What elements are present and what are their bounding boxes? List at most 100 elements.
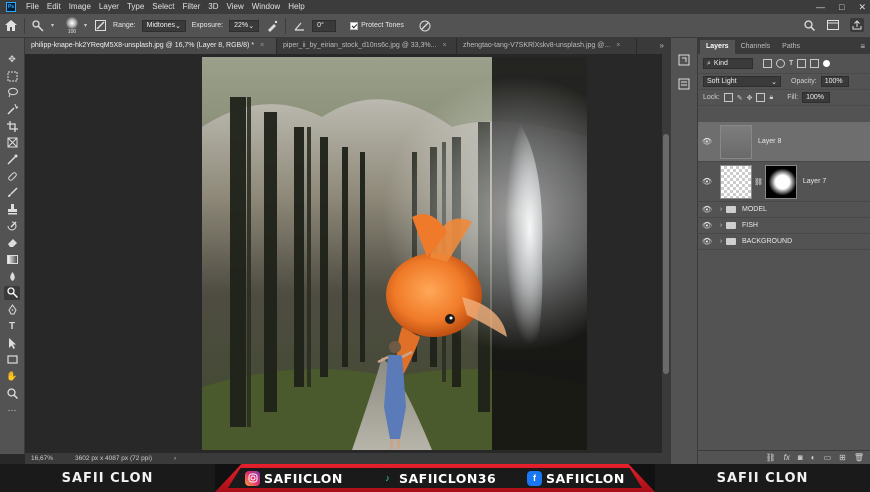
layer-mask-thumbnail[interactable]: [764, 164, 797, 199]
tab-layers[interactable]: Layers: [700, 40, 735, 54]
close-button[interactable]: ✕: [858, 2, 866, 13]
brush-chevron-icon[interactable]: ▾: [84, 22, 87, 29]
type-filter-icon[interactable]: T: [789, 60, 793, 67]
share-icon[interactable]: [850, 18, 864, 32]
brush-settings-icon[interactable]: [93, 19, 107, 33]
lock-all-icon[interactable]: 🔒︎: [769, 94, 773, 102]
fx-icon[interactable]: fx: [784, 453, 790, 462]
maximize-button[interactable]: □: [839, 2, 844, 12]
angle-input[interactable]: 0°: [312, 19, 337, 32]
new-group-icon[interactable]: ▭: [824, 453, 832, 462]
path-selection-tool-icon[interactable]: [4, 336, 20, 351]
layer-group-row[interactable]: 👁︎ › FISH: [698, 218, 870, 234]
pixel-filter-icon[interactable]: [763, 59, 772, 68]
layer-row[interactable]: 👁︎ Layer 8: [698, 122, 870, 162]
adjustment-filter-icon[interactable]: [776, 59, 785, 68]
layer-name[interactable]: Layer 7: [803, 178, 826, 185]
doc-tab-1[interactable]: philipp-knape-hk2YReqM5X8-unsplash.jpg @…: [25, 38, 277, 54]
new-layer-icon[interactable]: ⊞: [839, 453, 846, 462]
clone-stamp-tool-icon[interactable]: [4, 202, 20, 217]
crop-tool-icon[interactable]: [4, 119, 20, 134]
dodge-tool-icon[interactable]: [31, 19, 45, 33]
workspace-icon[interactable]: [826, 18, 840, 32]
link-layers-icon[interactable]: ⛓︎: [766, 453, 776, 462]
dodge-tool-icon[interactable]: [4, 285, 20, 301]
layer-group-row[interactable]: 👁︎ › MODEL: [698, 202, 870, 218]
layer-name[interactable]: FISH: [742, 222, 758, 229]
tab-channels[interactable]: Channels: [735, 40, 777, 54]
brush-preview[interactable]: 100: [66, 16, 79, 35]
properties-panel-icon[interactable]: [676, 76, 692, 92]
visibility-eye-icon[interactable]: 👁︎: [698, 177, 716, 186]
lock-pixels-icon[interactable]: ✎: [737, 94, 743, 102]
home-icon[interactable]: [4, 19, 18, 33]
tool-preset-chevron-icon[interactable]: ▾: [51, 22, 54, 29]
minimize-button[interactable]: —: [816, 2, 825, 12]
filter-toggle-icon[interactable]: [823, 60, 831, 67]
panel-menu-icon[interactable]: ≡: [860, 40, 865, 54]
chevron-right-icon[interactable]: ›: [716, 206, 726, 213]
smart-object-filter-icon[interactable]: [810, 59, 820, 68]
visibility-eye-icon[interactable]: 👁︎: [698, 237, 716, 246]
menu-layer[interactable]: Layer: [95, 0, 123, 14]
magic-wand-tool-icon[interactable]: [4, 102, 20, 117]
brush-tool-icon[interactable]: [4, 186, 20, 201]
close-icon[interactable]: ×: [442, 38, 446, 54]
menu-3d[interactable]: 3D: [204, 0, 222, 14]
menu-filter[interactable]: Filter: [179, 0, 205, 14]
type-tool-icon[interactable]: T: [4, 319, 20, 334]
healing-brush-tool-icon[interactable]: [4, 169, 20, 184]
history-brush-tool-icon[interactable]: [4, 219, 20, 234]
instagram-handle[interactable]: SAFIICLON: [245, 468, 343, 488]
menu-view[interactable]: View: [223, 0, 248, 14]
eyedropper-tool-icon[interactable]: [4, 152, 20, 167]
menu-file[interactable]: File: [22, 0, 43, 14]
menu-type[interactable]: Type: [123, 0, 148, 14]
lock-position-icon[interactable]: ✥: [747, 94, 753, 102]
filter-kind-select[interactable]: ⌕ Kind: [703, 58, 753, 69]
move-tool-icon[interactable]: ✥: [4, 52, 20, 67]
visibility-eye-icon[interactable]: 👁︎: [698, 137, 716, 146]
menu-select[interactable]: Select: [148, 0, 178, 14]
layer-row[interactable]: 👁︎ ⛓︎ Layer 7: [698, 162, 870, 202]
lock-artboard-icon[interactable]: [756, 93, 766, 102]
link-icon[interactable]: ⛓︎: [754, 178, 763, 186]
zoom-level[interactable]: 16,67%: [31, 455, 53, 462]
doc-tab-3[interactable]: zhengtao-tang-V7SKRlXskv8-unsplash.jpg @…: [457, 38, 637, 54]
lasso-tool-icon[interactable]: [4, 85, 20, 100]
canvas-area[interactable]: [25, 54, 662, 453]
marquee-tool-icon[interactable]: [4, 69, 20, 84]
document-canvas-image[interactable]: [202, 57, 587, 450]
tiktok-handle[interactable]: ♪ SAFIICLON36: [380, 468, 496, 488]
zoom-tool-icon[interactable]: [4, 386, 20, 401]
canvas-vertical-scrollbar[interactable]: [662, 54, 670, 453]
more-tools-icon[interactable]: ···: [4, 402, 20, 417]
rectangle-tool-icon[interactable]: [4, 352, 20, 367]
trash-icon[interactable]: 🗑︎: [854, 453, 864, 462]
layer-name[interactable]: MODEL: [742, 206, 767, 213]
status-arrow-icon[interactable]: ›: [174, 455, 176, 462]
close-icon[interactable]: ×: [260, 38, 264, 54]
scroll-thumb[interactable]: [663, 134, 669, 374]
visibility-eye-icon[interactable]: 👁︎: [698, 205, 716, 214]
tabs-overflow-icon[interactable]: »: [654, 38, 670, 54]
tab-paths[interactable]: Paths: [776, 40, 806, 54]
adjustment-layer-icon[interactable]: ◐: [811, 453, 816, 462]
shape-filter-icon[interactable]: [797, 59, 807, 68]
menu-edit[interactable]: Edit: [43, 0, 65, 14]
menu-image[interactable]: Image: [65, 0, 95, 14]
opacity-input[interactable]: 100%: [820, 76, 849, 87]
blend-mode-select[interactable]: Soft Light ⌄: [703, 76, 781, 87]
eraser-tool-icon[interactable]: [4, 236, 20, 251]
hand-tool-icon[interactable]: ✋: [4, 369, 20, 384]
facebook-handle[interactable]: f SAFIICLON: [527, 468, 625, 488]
chevron-right-icon[interactable]: ›: [716, 222, 726, 229]
close-icon[interactable]: ×: [616, 38, 620, 54]
layer-group-row[interactable]: 👁︎ › BACKGROUND: [698, 234, 870, 250]
doc-tab-2[interactable]: piper_ii_by_eirian_stock_d10ns6c.jpg @ 3…: [277, 38, 457, 54]
lock-transparency-icon[interactable]: [723, 93, 733, 102]
add-mask-icon[interactable]: ◙: [798, 453, 803, 462]
menu-help[interactable]: Help: [284, 0, 308, 14]
range-select[interactable]: Midtones ⌄: [141, 19, 186, 32]
visibility-eye-icon[interactable]: 👁︎: [698, 221, 716, 230]
